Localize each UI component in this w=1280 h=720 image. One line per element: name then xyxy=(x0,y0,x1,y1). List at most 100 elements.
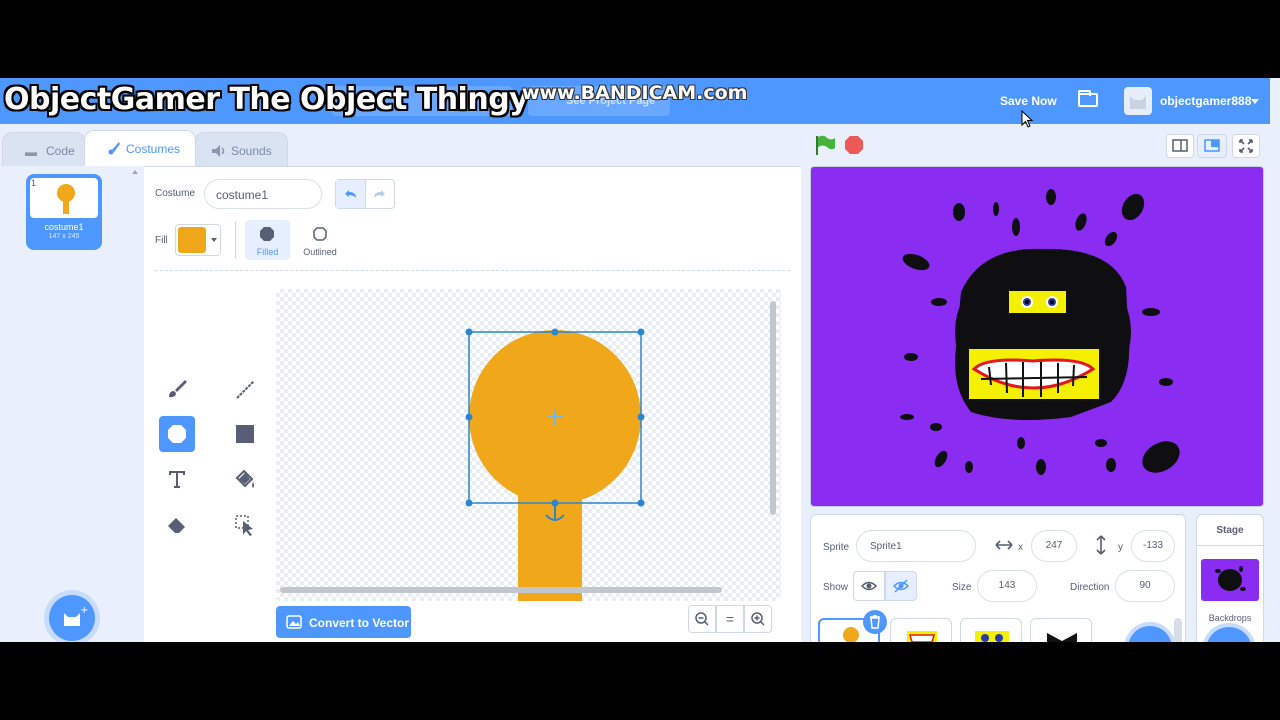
x-value: 247 xyxy=(1045,540,1063,551)
brush-tool[interactable] xyxy=(159,371,195,407)
convert-to-vector-button[interactable]: Convert to Vector xyxy=(276,606,411,638)
fill-label: Fill xyxy=(155,235,168,246)
divider xyxy=(235,221,236,259)
normal-stage-icon xyxy=(1204,139,1220,152)
fullscreen-button[interactable] xyxy=(1232,134,1260,158)
costume-thumbnail xyxy=(30,178,98,218)
normal-stage-button[interactable] xyxy=(1197,134,1227,158)
scroll-up-icon[interactable] xyxy=(132,170,138,174)
zoom-in-icon xyxy=(751,612,765,626)
eraser-tool[interactable] xyxy=(159,507,195,543)
direction-label: Direction xyxy=(1070,582,1110,593)
direction-input[interactable]: 90 xyxy=(1115,570,1175,602)
sprite-thumbnail[interactable] xyxy=(960,618,1022,642)
stage-panel[interactable]: Stage Backdrops xyxy=(1196,514,1264,642)
paint-editor: Costume costume1 Fill Filled Outlined Co… xyxy=(144,166,801,642)
select-tool[interactable] xyxy=(227,507,263,543)
hide-sprite-button[interactable] xyxy=(885,571,917,601)
undo-redo-group xyxy=(335,179,395,209)
zoom-reset-label: = xyxy=(725,611,735,627)
paint-canvas[interactable] xyxy=(276,289,781,601)
circle-tool[interactable] xyxy=(159,416,195,452)
filled-octagon-icon xyxy=(260,227,274,241)
size-input[interactable]: 143 xyxy=(977,570,1037,602)
fill-color-picker[interactable] xyxy=(175,224,221,256)
fill-tool[interactable] xyxy=(227,461,263,497)
eye-slash-icon xyxy=(892,579,910,593)
delete-sprite-button[interactable] xyxy=(863,610,887,634)
redo-icon xyxy=(374,190,385,198)
y-input[interactable]: -133 xyxy=(1131,530,1175,562)
choose-backdrop-button[interactable] xyxy=(1206,627,1252,642)
costume-tile[interactable]: 1 costume1 147 x 245 xyxy=(26,174,102,250)
tab-sounds[interactable]: Sounds xyxy=(194,132,288,166)
costume-stick-shape[interactable] xyxy=(518,495,582,601)
text-icon xyxy=(169,471,185,488)
rectangle-tool[interactable] xyxy=(227,416,263,452)
y-value: -133 xyxy=(1142,540,1163,551)
show-sprite-button[interactable] xyxy=(853,571,885,601)
choose-costume-button[interactable]: + xyxy=(49,595,95,641)
fullscreen-icon xyxy=(1239,139,1253,153)
costume-list-scrollbar[interactable] xyxy=(128,166,144,642)
backdrops-label: Backdrops xyxy=(1208,613,1252,623)
outlined-mode-button[interactable]: Outlined xyxy=(296,220,344,260)
sprite-thumbnail[interactable] xyxy=(890,618,952,642)
outlined-label: Outlined xyxy=(303,247,337,257)
canvas-vertical-scrollbar[interactable] xyxy=(770,301,776,515)
ink-monster-sprite[interactable] xyxy=(811,167,1263,506)
costume-index: 1 xyxy=(31,178,37,188)
tab-costumes[interactable]: Costumes xyxy=(84,130,196,166)
size-label: Size xyxy=(952,582,972,593)
speaker-icon xyxy=(212,145,225,157)
x-input[interactable]: 247 xyxy=(1031,530,1077,562)
filled-label: Filled xyxy=(256,247,279,257)
zoom-reset-button[interactable]: = xyxy=(716,605,744,633)
show-label: Show xyxy=(823,582,849,593)
costume-label: Costume xyxy=(155,188,196,199)
green-flag-icon[interactable] xyxy=(814,134,836,156)
zoom-in-button[interactable] xyxy=(744,605,772,633)
eraser-icon xyxy=(168,518,185,533)
redo-button[interactable] xyxy=(366,180,394,208)
outlined-octagon-icon xyxy=(313,227,327,241)
sprite-label: Sprite xyxy=(823,542,850,553)
convert-label: Convert to Vector xyxy=(309,616,410,630)
cat-plus-icon: + xyxy=(64,605,88,626)
size-value: 143 xyxy=(998,580,1016,591)
scratch-editor: See Project Page Save Now objectgamer888… xyxy=(0,78,1280,642)
sprite-thumbnail[interactable] xyxy=(1030,618,1092,642)
stage-panel-header: Stage xyxy=(1197,515,1263,546)
text-tool[interactable] xyxy=(159,461,195,497)
sprite-list-scrollbar[interactable] xyxy=(1174,618,1182,642)
code-icon: ▬ xyxy=(25,145,37,159)
line-tool[interactable] xyxy=(227,371,263,407)
tab-sounds-label: Sounds xyxy=(231,144,272,158)
filled-mode-button[interactable]: Filled xyxy=(245,220,290,260)
canvas-horizontal-scrollbar[interactable] xyxy=(280,587,722,593)
paint-bucket-icon xyxy=(235,469,254,488)
sprite-name-input[interactable]: Sprite1 xyxy=(856,530,976,562)
costume-size: 147 x 245 xyxy=(48,233,80,240)
tab-code[interactable]: ▬ Code xyxy=(2,132,86,166)
y-arrows-icon xyxy=(1096,535,1106,555)
circle-icon xyxy=(168,425,186,443)
page-edge xyxy=(1270,78,1280,642)
small-stage-icon xyxy=(1172,139,1188,152)
eye-icon xyxy=(860,581,878,591)
rectangle-icon xyxy=(236,425,254,443)
stage-thumbnail[interactable] xyxy=(1201,559,1259,601)
undo-button[interactable] xyxy=(336,180,366,208)
x-label: x xyxy=(1018,542,1023,553)
costume-name-input[interactable]: costume1 xyxy=(204,179,322,209)
sprite-name-value: Sprite1 xyxy=(870,541,902,552)
zoom-out-button[interactable] xyxy=(688,605,716,633)
select-icon xyxy=(235,515,253,536)
tab-code-label: Code xyxy=(46,144,75,158)
stop-icon[interactable] xyxy=(844,135,864,155)
costume-name-value: costume1 xyxy=(216,188,269,202)
small-stage-button[interactable] xyxy=(1166,134,1194,158)
stage-canvas[interactable] xyxy=(810,166,1264,507)
fill-swatch xyxy=(178,227,206,253)
video-overlay: ObjectGamer The Object Thingy www.BANDIC… xyxy=(0,78,1280,124)
